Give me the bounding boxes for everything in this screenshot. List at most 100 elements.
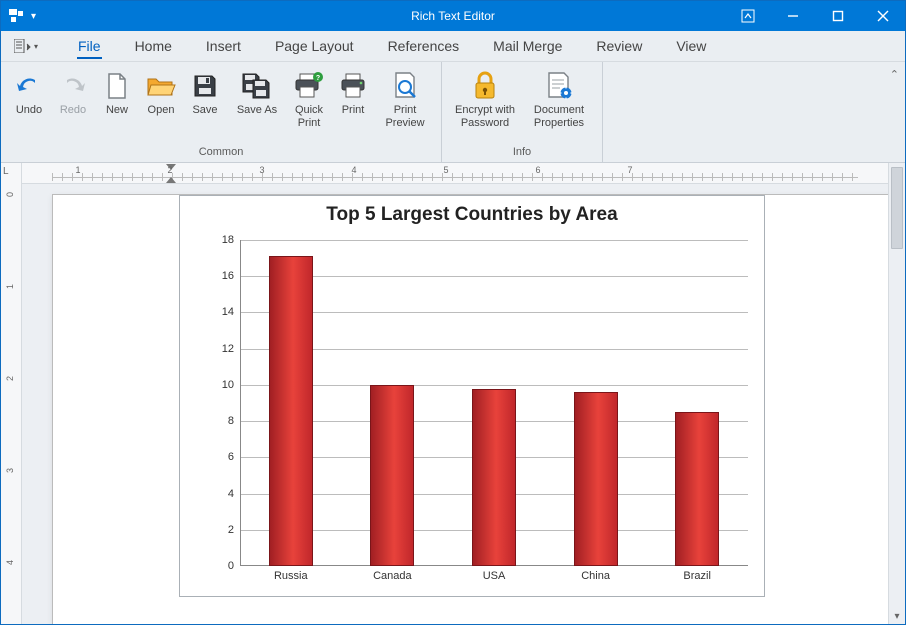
doc-properties-label: Document Properties [522,104,596,129]
close-button[interactable] [860,1,905,31]
chart-gridline [241,276,748,277]
scrollbar-down-icon[interactable]: ▾ [889,611,905,622]
save-icon [189,70,221,102]
chart-y-tick-label: 10 [210,379,234,391]
horizontal-ruler: 1234567 [22,163,888,184]
tab-page-layout[interactable]: Page Layout [258,31,371,61]
chart-y-tick-label: 14 [210,306,234,318]
save-as-button[interactable]: Save As [227,66,287,132]
open-label: Open [148,104,175,117]
chart-x-tick-label: USA [483,570,506,582]
ribbon-group-label-common: Common [1,146,441,162]
tab-review[interactable]: Review [579,31,659,61]
lock-icon [469,70,501,102]
chart-gridline [241,385,748,386]
redo-label: Redo [60,104,86,117]
quick-print-label: Quick Print [287,104,331,129]
quick-access-toolbar: ▾ [1,9,36,23]
doc-properties-icon [543,70,575,102]
undo-button[interactable]: Undo [7,66,51,132]
chart-bar [472,389,516,566]
save-button[interactable]: Save [183,66,227,132]
ribbon-options-button[interactable] [725,1,770,31]
tab-file[interactable]: File [61,31,118,61]
chart-bar [269,256,313,566]
ruler-tick: 6 [535,165,540,175]
menubar: ▾ FileHomeInsertPage LayoutReferencesMai… [1,31,905,62]
maximize-button[interactable] [815,1,860,31]
vertical-scrollbar[interactable]: ▾ [888,163,905,624]
qat-dropdown-icon[interactable]: ▾ [31,11,36,22]
document-page: Top 5 Largest Countries by Area Total ar… [52,194,888,624]
chart-y-tick-label: 4 [210,488,234,500]
new-button[interactable]: New [95,66,139,132]
doc-properties-button[interactable]: Document Properties [522,66,596,132]
chart-bar [370,385,414,566]
redo-button[interactable]: Redo [51,66,95,132]
ruler-tick: 3 [259,165,264,175]
chart-y-tick-label: 2 [210,524,234,536]
open-button[interactable]: Open [139,66,183,132]
ribbon-group-label-info: Info [442,146,602,162]
ruler-tick: 7 [627,165,632,175]
vertical-ruler: L 01234 [1,163,22,624]
titlebar: ▾ Rich Text Editor [1,1,905,31]
save-as-label: Save As [237,104,277,117]
svg-text:?: ? [316,75,320,82]
print-button[interactable]: Print [331,66,375,132]
print-label: Print [342,104,365,117]
tab-mail-merge[interactable]: Mail Merge [476,31,579,61]
chart-x-tick-label: Canada [373,570,412,582]
minimize-button[interactable] [770,1,815,31]
chart-y-tick-label: 0 [210,560,234,572]
redo-icon [57,70,89,102]
print-preview-button[interactable]: Print Preview [375,66,435,132]
ribbon-group-info: Encrypt with Password Document Propertie… [442,62,603,162]
print-preview-icon [389,70,421,102]
ruler-tick: 1 [75,165,80,175]
chart-y-tick-label: 8 [210,415,234,427]
chart-plot-area: 024681012141618RussiaCanadaUSAChinaBrazi… [240,240,748,566]
ruler-corner: L [3,166,9,177]
vruler-tick: 2 [5,376,15,381]
open-folder-icon [145,70,177,102]
vruler-tick: 3 [5,468,15,473]
tab-home[interactable]: Home [118,31,189,61]
ribbon: ⌃ Undo Redo [1,62,905,163]
ruler-tick: 4 [351,165,356,175]
chart-title: Top 5 Largest Countries by Area [180,204,764,226]
view-options-button[interactable]: ▾ [11,31,41,61]
encrypt-label: Encrypt with Password [448,104,522,129]
chart-gridline [241,349,748,350]
new-file-icon [101,70,133,102]
scrollbar-thumb[interactable] [891,167,903,249]
vruler-tick: 1 [5,284,15,289]
encrypt-button[interactable]: Encrypt with Password [448,66,522,132]
app-logo-icon [9,9,25,23]
vruler-tick: 4 [5,560,15,565]
ribbon-collapse-icon[interactable]: ⌃ [890,68,899,81]
chart-gridline [241,312,748,313]
window-controls [725,1,905,31]
chart-bar [675,412,719,566]
save-label: Save [192,104,217,117]
chart-bar [574,392,618,566]
chart-frame[interactable]: Top 5 Largest Countries by Area Total ar… [179,195,765,597]
quick-print-button[interactable]: ? Quick Print [287,66,331,132]
tab-references[interactable]: References [371,31,477,61]
document-canvas[interactable]: Top 5 Largest Countries by Area Total ar… [22,184,888,624]
tab-view[interactable]: View [659,31,723,61]
print-icon [337,70,369,102]
ruler-indent-marker-icon[interactable] [166,177,176,183]
tab-insert[interactable]: Insert [189,31,258,61]
chart-x-tick-label: Russia [274,570,308,582]
chart-y-tick-label: 6 [210,451,234,463]
chart-x-tick-label: China [581,570,610,582]
chart-x-tick-label: Brazil [683,570,711,582]
undo-icon [13,70,45,102]
chart-y-tick-label: 12 [210,343,234,355]
chart-y-tick-label: 16 [210,270,234,282]
chart-y-tick-label: 18 [210,234,234,246]
document-area: L 01234 1234567 Top 5 Largest Countries … [1,163,905,624]
undo-label: Undo [16,104,42,117]
